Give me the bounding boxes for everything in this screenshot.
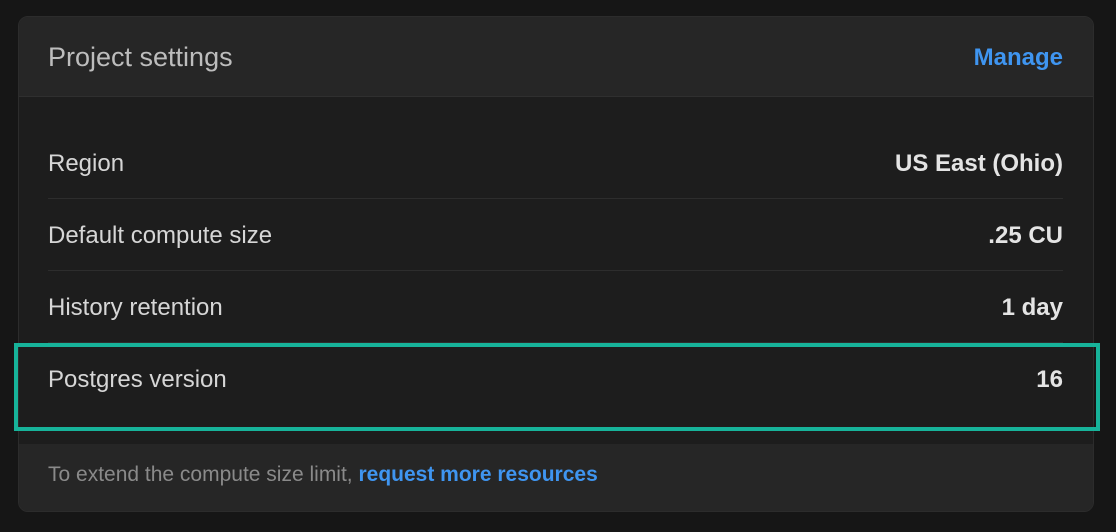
setting-value: US East (Ohio) bbox=[894, 150, 1063, 177]
setting-label: Postgres version bbox=[48, 366, 227, 393]
project-settings-card: Project settings Manage Region US East (… bbox=[18, 16, 1094, 512]
setting-row-postgres-version: Postgres version 16 bbox=[48, 343, 1063, 415]
setting-row-compute-size: Default compute size .25 CU bbox=[48, 199, 1063, 271]
setting-label: Default compute size bbox=[48, 222, 273, 249]
setting-value: .25 CU bbox=[988, 222, 1063, 249]
setting-label: Region bbox=[48, 150, 125, 177]
settings-list: Region US East (Ohio) Default compute si… bbox=[48, 127, 1063, 415]
request-resources-link[interactable]: request more resources bbox=[358, 463, 597, 486]
card-header: Project settings Manage bbox=[19, 17, 1093, 97]
setting-label: History retention bbox=[48, 294, 223, 321]
setting-row-region: Region US East (Ohio) bbox=[48, 127, 1063, 199]
footer-message: To extend the compute size limit, bbox=[48, 463, 359, 486]
card-title: Project settings bbox=[48, 42, 233, 72]
setting-row-history-retention: History retention 1 day bbox=[48, 271, 1063, 343]
setting-value: 16 bbox=[1036, 366, 1063, 393]
manage-link[interactable]: Manage bbox=[974, 43, 1063, 73]
card-footer: To extend the compute size limit, reques… bbox=[19, 444, 1093, 511]
footer-text: To extend the compute size limit, reques… bbox=[48, 462, 598, 488]
setting-value: 1 day bbox=[1001, 294, 1063, 321]
